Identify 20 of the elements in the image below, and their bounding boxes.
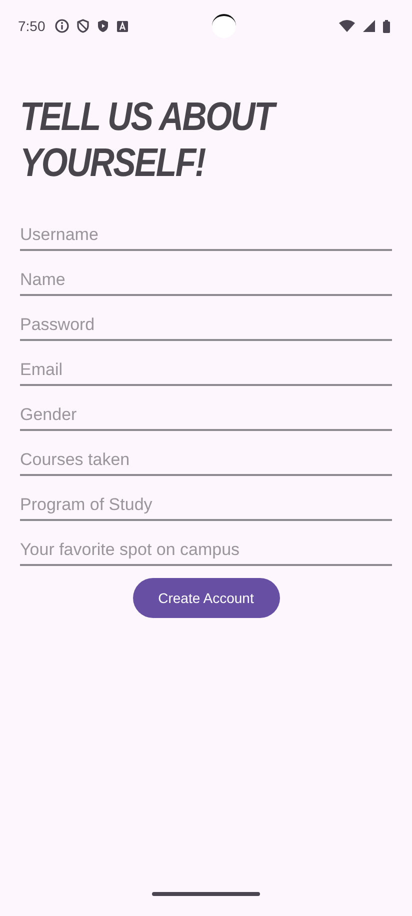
wifi-icon — [339, 20, 355, 32]
page-title: TELL US ABOUT YOURSELF! — [20, 94, 275, 186]
battery-icon — [383, 20, 390, 32]
shield-icon — [77, 19, 90, 33]
input-field[interactable]: Courses taken — [20, 431, 392, 476]
info-icon — [55, 19, 70, 33]
keyboard-icon — [117, 20, 128, 32]
status-time: 7:50 — [18, 18, 46, 34]
input-field[interactable]: Password — [20, 296, 392, 341]
input-field[interactable]: Gender — [20, 386, 392, 431]
input-field[interactable]: Email — [20, 341, 392, 386]
signal-icon — [363, 20, 375, 32]
create-account-button[interactable]: Create Account — [132, 578, 280, 618]
input-field[interactable]: Name — [20, 251, 392, 296]
home-indicator[interactable] — [152, 892, 260, 896]
input-field[interactable]: Your favorite spot on campus — [20, 521, 392, 566]
shield-play-icon — [97, 19, 110, 33]
input-field[interactable]: Username — [20, 206, 392, 251]
camera-cutout — [212, 14, 236, 38]
input-field[interactable]: Program of Study — [20, 476, 392, 521]
